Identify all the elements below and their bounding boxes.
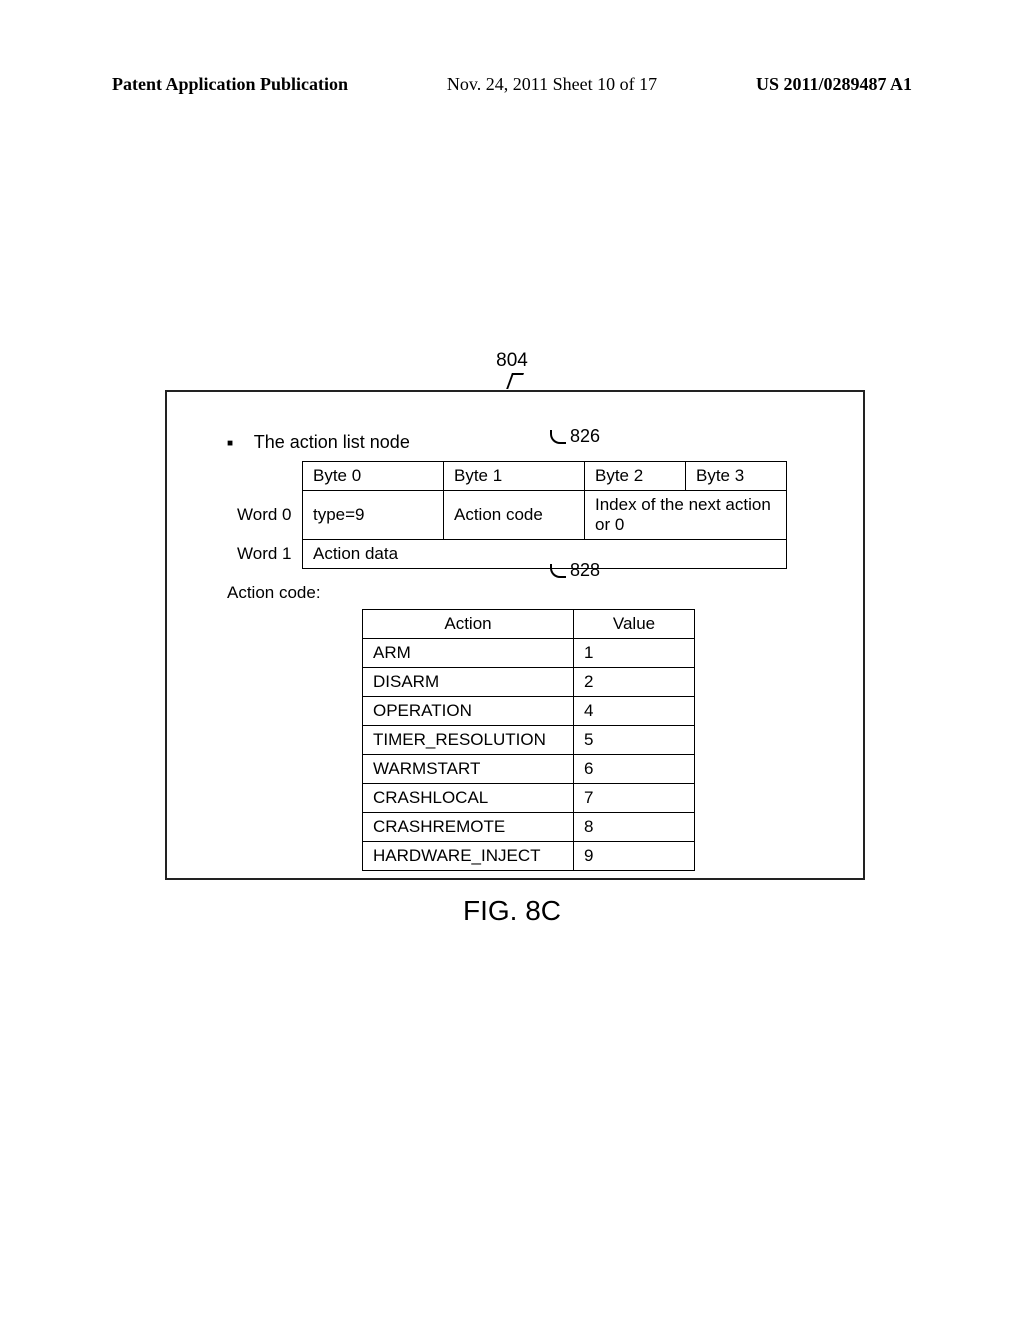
table-row: Word 0 type=9 Action code Index of the n… xyxy=(227,491,787,540)
table-header-row: Byte 0 Byte 1 Byte 2 Byte 3 xyxy=(227,462,787,491)
action-name-cell: OPERATION xyxy=(363,697,574,726)
action-value-cell: 4 xyxy=(574,697,695,726)
table-header-cell: Byte 0 xyxy=(303,462,444,491)
table-row: HARDWARE_INJECT 9 xyxy=(363,842,695,871)
section-bullet-title: The action list node xyxy=(227,432,823,453)
byte-layout-table: Byte 0 Byte 1 Byte 2 Byte 3 Word 0 type=… xyxy=(227,461,787,569)
action-code-table: Action Value ARM 1 DISARM 2 OPERATION 4 … xyxy=(362,609,695,871)
action-name-cell: ARM xyxy=(363,639,574,668)
table-header-cell: Byte 2 xyxy=(585,462,686,491)
table-header-cell xyxy=(227,462,303,491)
action-value-cell: 1 xyxy=(574,639,695,668)
page-header: Patent Application Publication Nov. 24, … xyxy=(112,74,912,95)
table-row: CRASHREMOTE 8 xyxy=(363,813,695,842)
table-row: OPERATION 4 xyxy=(363,697,695,726)
table-cell: type=9 xyxy=(303,491,444,540)
action-value-cell: 7 xyxy=(574,784,695,813)
action-name-cell: CRASHLOCAL xyxy=(363,784,574,813)
table-row: ARM 1 xyxy=(363,639,695,668)
row-label: Word 1 xyxy=(227,540,303,569)
page-root: Patent Application Publication Nov. 24, … xyxy=(0,0,1024,1320)
figure-frame: The action list node Byte 0 Byte 1 Byte … xyxy=(165,390,865,880)
reference-numeral-804: 804 xyxy=(0,350,1024,372)
action-value-cell: 8 xyxy=(574,813,695,842)
table-cell: Index of the next action or 0 xyxy=(585,491,787,540)
header-publication: Patent Application Publication xyxy=(112,74,348,95)
reference-tick-icon xyxy=(506,373,524,389)
table-row: WARMSTART 6 xyxy=(363,755,695,784)
table-header-row: Action Value xyxy=(363,610,695,639)
action-value-cell: 9 xyxy=(574,842,695,871)
action-code-label: Action code: xyxy=(227,583,823,603)
action-value-cell: 5 xyxy=(574,726,695,755)
table-row: CRASHLOCAL 7 xyxy=(363,784,695,813)
row-label: Word 0 xyxy=(227,491,303,540)
section-title-text: The action list node xyxy=(254,432,410,452)
action-name-cell: HARDWARE_INJECT xyxy=(363,842,574,871)
table-header-cell: Action xyxy=(363,610,574,639)
action-name-cell: TIMER_RESOLUTION xyxy=(363,726,574,755)
table-row: Word 1 Action data xyxy=(227,540,787,569)
table-header-cell: Byte 1 xyxy=(444,462,585,491)
table-row: DISARM 2 xyxy=(363,668,695,697)
header-date-sheet: Nov. 24, 2011 Sheet 10 of 17 xyxy=(447,74,657,95)
figure-caption: FIG. 8C xyxy=(0,895,1024,927)
table-header-cell: Byte 3 xyxy=(686,462,787,491)
action-value-cell: 6 xyxy=(574,755,695,784)
table-cell: Action code xyxy=(444,491,585,540)
table-cell: Action data xyxy=(303,540,787,569)
table-row: TIMER_RESOLUTION 5 xyxy=(363,726,695,755)
action-value-cell: 2 xyxy=(574,668,695,697)
action-name-cell: CRASHREMOTE xyxy=(363,813,574,842)
action-name-cell: DISARM xyxy=(363,668,574,697)
table-header-cell: Value xyxy=(574,610,695,639)
action-name-cell: WARMSTART xyxy=(363,755,574,784)
header-pub-number: US 2011/0289487 A1 xyxy=(756,74,912,95)
